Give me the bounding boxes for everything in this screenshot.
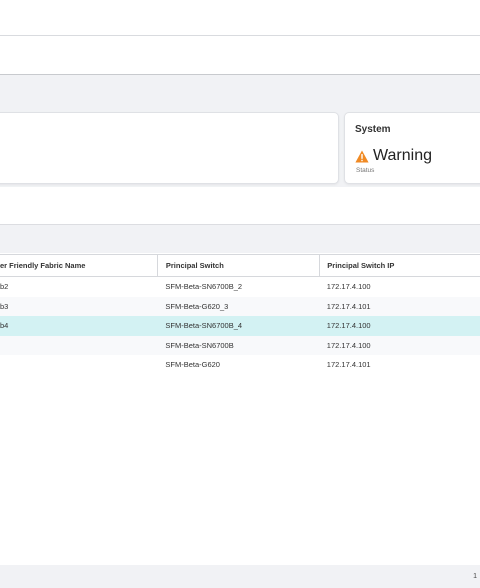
column-header-principal-switch-ip[interactable]: Principal Switch IP	[319, 254, 480, 277]
system-status-card[interactable]: System Warning Status	[344, 112, 480, 184]
cell-principal-switch: SFM-Beta-G620	[165, 360, 220, 370]
status-label: Status	[356, 167, 375, 174]
cell-principal-switch-ip: 172.17.4.100	[319, 316, 480, 336]
cell-principal-switch: SFM-Beta-SN6700B	[157, 335, 320, 355]
cell-principal-switch-ip: 172.17.4.101	[319, 296, 480, 316]
column-header-principal-switch[interactable]: Principal Switch	[157, 254, 321, 277]
pagination-footer: 1	[0, 565, 480, 588]
cell-principal-switch-ip: 172.17.4.101	[326, 360, 371, 370]
toolbar-bar	[0, 188, 480, 225]
cell-principal-switch-ip: 172.17.4.100	[319, 335, 480, 355]
cell-fabric-name	[0, 335, 158, 355]
cell-fabric-name	[0, 355, 157, 375]
summary-card	[0, 112, 339, 184]
table-row[interactable]: SFM-Beta-SN6700B 172.17.4.100	[0, 335, 480, 355]
sub-header-bar	[0, 36, 480, 75]
table-header-strip	[0, 225, 480, 253]
table-row[interactable]: b3 SFM-Beta-G620_3 172.17.4.101	[0, 296, 480, 316]
cell-principal-switch: SFM-Beta-SN6700B_4	[157, 316, 320, 336]
status-row: Warning	[355, 147, 432, 165]
page-number[interactable]: 1	[473, 573, 477, 580]
cell-principal-switch: SFM-Beta-G620_3	[157, 296, 320, 316]
top-header-bar	[0, 0, 480, 36]
table-row[interactable]: b2 SFM-Beta-SN6700B_2 172.17.4.100	[0, 277, 480, 297]
fabrics-table: er Friendly Fabric Name Principal Switch…	[0, 254, 480, 375]
column-header-fabric-name[interactable]: er Friendly Fabric Name	[0, 254, 158, 277]
table-row[interactable]: SFM-Beta-G620 172.17.4.101	[0, 355, 480, 375]
cell-principal-switch: SFM-Beta-SN6700B_2	[165, 282, 243, 292]
table-row-selected[interactable]: b4 SFM-Beta-SN6700B_4 172.17.4.100	[0, 316, 480, 336]
cell-fabric-name: b3	[0, 296, 158, 316]
card-title: System	[355, 124, 391, 135]
cell-fabric-name: b4	[0, 316, 158, 336]
cell-principal-switch-ip: 172.17.4.100	[326, 282, 371, 292]
cell-fabric-name: b2	[0, 282, 9, 292]
warning-triangle-icon	[355, 150, 369, 162]
table-header-row: er Friendly Fabric Name Principal Switch…	[0, 254, 480, 277]
status-value: Warning	[373, 147, 432, 164]
